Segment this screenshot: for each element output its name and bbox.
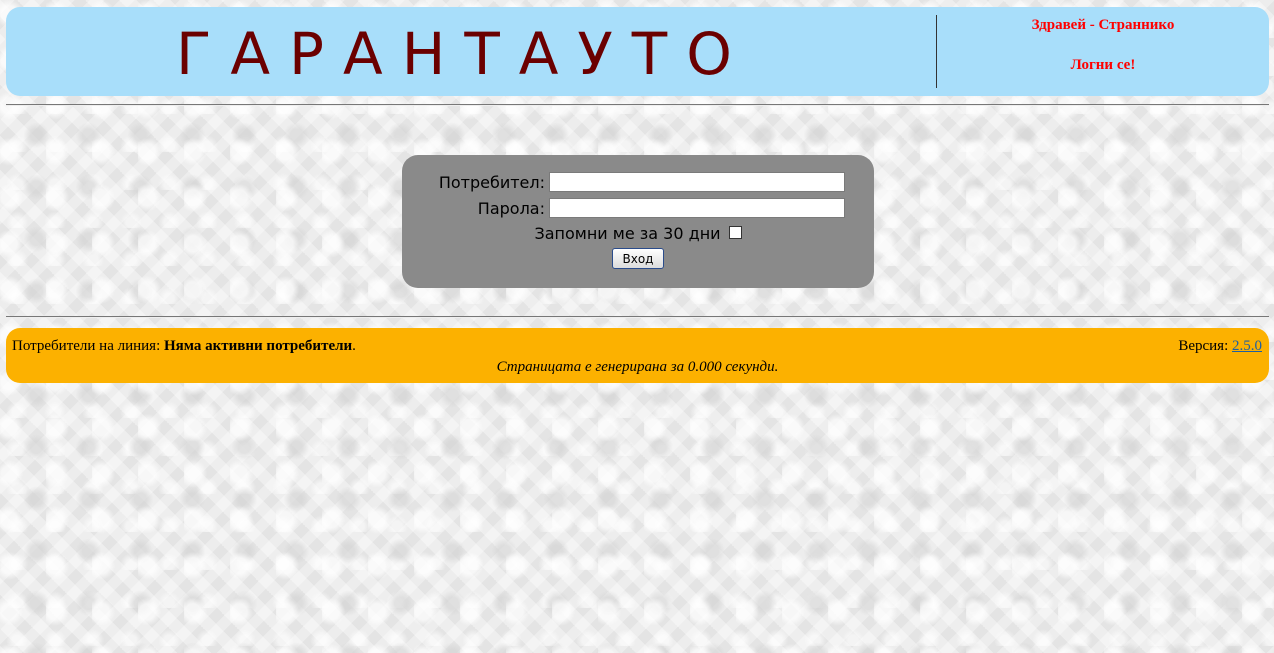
password-label: Парола: (477, 199, 545, 218)
online-label: Потребители на линия: (12, 338, 161, 354)
password-input[interactable] (549, 198, 845, 218)
remember-label: Запомни ме за 30 дни (534, 224, 721, 243)
online-users: Потребители на линия: Няма активни потре… (12, 338, 356, 355)
online-suffix: . (352, 338, 356, 354)
remember-checkbox[interactable] (728, 226, 742, 239)
login-link[interactable]: Логни се! (937, 57, 1269, 74)
remember-row: Запомни ме за 30 дни (402, 224, 874, 243)
site-footer: Потребители на линия: Няма активни потре… (6, 328, 1269, 383)
online-value: Няма активни потребители (164, 338, 353, 354)
bottom-divider (6, 316, 1269, 318)
version-link[interactable]: 2.5.0 (1232, 338, 1262, 354)
welcome-text: Здравей - Страннико (1031, 17, 1175, 33)
site-header: ГАРАНТАУТО Здравей - Страннико Логни се! (6, 7, 1269, 96)
username-input[interactable] (549, 172, 845, 192)
site-title: ГАРАНТАУТО (176, 20, 751, 88)
login-button[interactable]: Вход (612, 248, 664, 269)
version-info: Версия: 2.5.0 (1178, 338, 1262, 355)
generation-time: Страницата е генерирана за 0.000 секунди… (496, 359, 779, 375)
username-label: Потребител: (438, 173, 545, 192)
login-form: Потребител: Парола: Запомни ме за 30 дни… (402, 155, 874, 288)
top-divider (6, 104, 1269, 106)
version-label: Версия: (1178, 338, 1229, 354)
